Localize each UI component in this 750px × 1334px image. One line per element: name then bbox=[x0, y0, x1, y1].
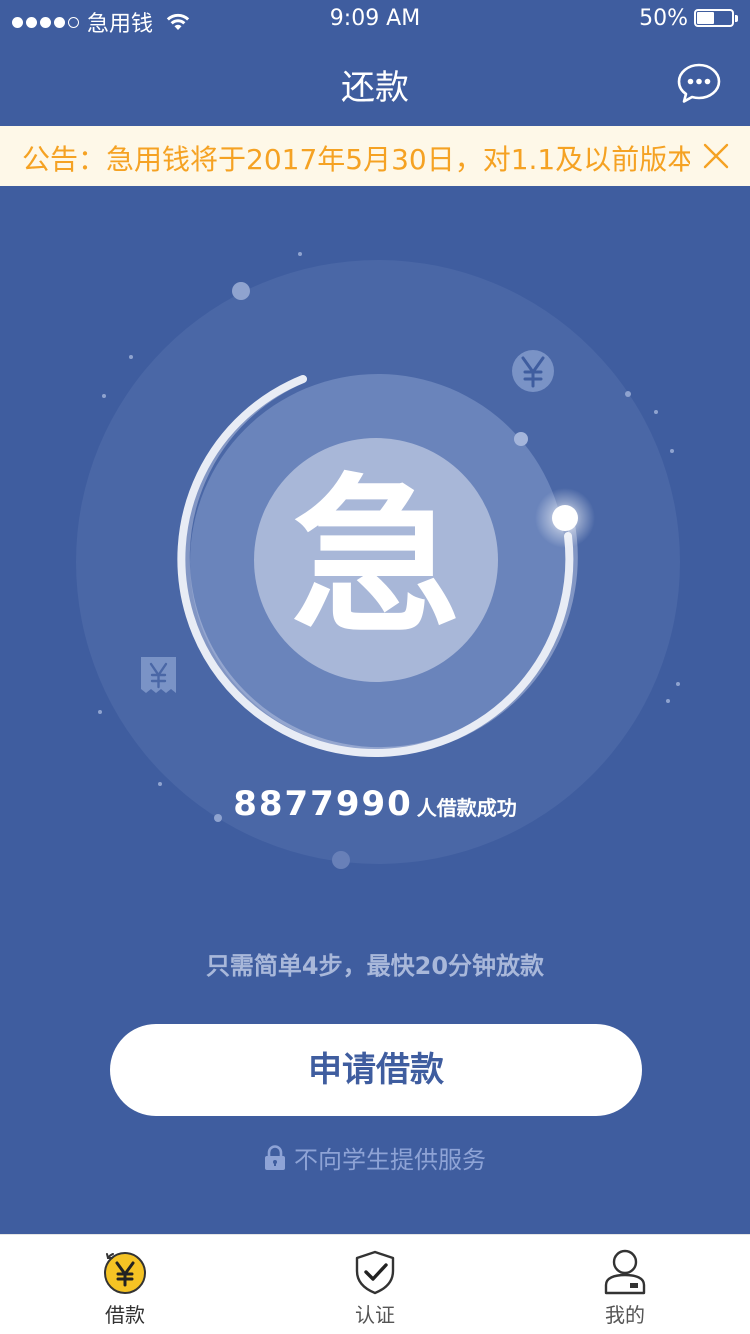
nav-bar: 还款 bbox=[0, 40, 750, 126]
decor-dot bbox=[232, 282, 250, 300]
receipt-icon bbox=[141, 657, 176, 693]
tab-bar: 借款 认证 我的 bbox=[0, 1234, 750, 1334]
tab-mine[interactable]: 我的 bbox=[500, 1235, 750, 1334]
logo-char: 急 bbox=[291, 459, 461, 657]
student-notice: 不向学生提供服务 bbox=[0, 1140, 750, 1175]
status-right: 50% bbox=[639, 6, 738, 31]
battery-icon bbox=[694, 8, 738, 29]
status-time: 9:09 AM bbox=[329, 6, 421, 31]
hero-svg: 急 bbox=[76, 252, 680, 869]
decor-dot bbox=[98, 710, 102, 714]
progress-knob bbox=[552, 505, 578, 531]
lock-icon bbox=[265, 1145, 285, 1170]
tagline: 只需简单4步，最快20分钟放款 bbox=[205, 952, 545, 980]
tab-mine-label: 我的 bbox=[605, 1303, 645, 1327]
battery-percent: 50% bbox=[639, 6, 688, 31]
borrowers-count-suffix: 人借款成功 bbox=[416, 796, 517, 820]
yen-coin-icon bbox=[104, 1252, 146, 1294]
student-notice-text: 不向学生提供服务 bbox=[294, 1146, 486, 1174]
decor-dot bbox=[514, 432, 528, 446]
decor-dot bbox=[102, 394, 106, 398]
tab-loan[interactable]: 借款 bbox=[0, 1235, 250, 1334]
chat-bubble-icon[interactable] bbox=[676, 62, 722, 104]
page-title: 还款 bbox=[341, 68, 409, 108]
decor-dot bbox=[298, 252, 302, 256]
shield-check-icon bbox=[355, 1250, 395, 1295]
decor-dot bbox=[670, 449, 674, 453]
status-bar: 急用钱 9:09 AM 50% bbox=[0, 0, 750, 40]
borrowers-count-number: 8877990 bbox=[233, 784, 413, 824]
decor-dot bbox=[654, 410, 658, 414]
user-icon bbox=[604, 1249, 646, 1295]
announcement-bar[interactable]: 公告：急用钱将于2017年5月30日，对1.1及以前版本进 bbox=[0, 126, 750, 186]
close-icon[interactable] bbox=[700, 140, 732, 172]
announcement-text: 公告：急用钱将于2017年5月30日，对1.1及以前版本进 bbox=[22, 143, 690, 176]
tab-loan-label: 借款 bbox=[105, 1303, 145, 1327]
decor-dot bbox=[129, 355, 133, 359]
hero-graphic: 急 8877990 人借款成功 bbox=[0, 186, 750, 946]
tab-verify-label: 认证 bbox=[355, 1303, 395, 1327]
yen-coin-icon bbox=[512, 350, 554, 392]
decor-dot bbox=[676, 682, 680, 686]
apply-loan-button[interactable]: 申请借款 bbox=[110, 1024, 642, 1116]
borrowers-count: 8877990 人借款成功 bbox=[0, 784, 750, 824]
decor-dot bbox=[332, 851, 350, 869]
decor-dot bbox=[625, 391, 631, 397]
tab-verify[interactable]: 认证 bbox=[250, 1235, 500, 1334]
decor-dot bbox=[666, 699, 670, 703]
